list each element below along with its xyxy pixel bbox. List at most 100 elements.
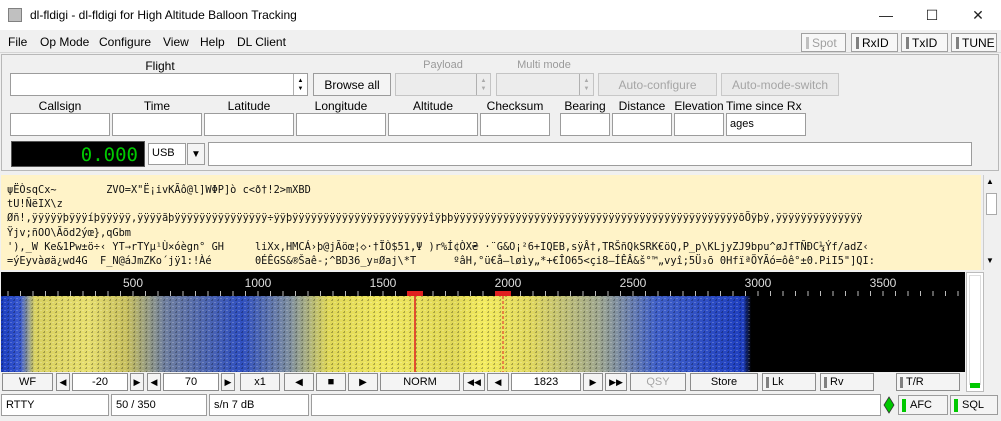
waterfall-display[interactable] xyxy=(1,296,965,372)
sql-toggle[interactable]: SQL xyxy=(950,395,998,415)
txid-toggle[interactable]: TxID xyxy=(901,33,948,52)
wf-right-icon[interactable]: ▶ xyxy=(348,373,378,391)
freq-inc-icon[interactable]: ▶ xyxy=(583,373,603,391)
wf-stop-button[interactable]: ■ xyxy=(316,373,346,391)
lock-label: Lk xyxy=(772,376,784,388)
tune-toggle[interactable]: TUNE xyxy=(951,33,997,52)
bearing-label: Bearing xyxy=(564,99,606,113)
wf-button[interactable]: WF xyxy=(2,373,53,391)
distance-label: Distance xyxy=(618,99,666,113)
afc-led xyxy=(902,398,906,412)
maximize-button[interactable]: ☐ xyxy=(909,0,955,30)
elevation-label: Elevation xyxy=(674,99,724,113)
status-mode[interactable]: RTTY xyxy=(1,394,109,416)
tr-toggle[interactable]: T/R xyxy=(896,373,960,391)
waterfall-level-bar[interactable] xyxy=(966,272,984,392)
scale-label: 2000 xyxy=(495,276,522,290)
longitude-label: Longitude xyxy=(314,99,368,113)
menu-help[interactable]: Help xyxy=(200,35,225,49)
level-track xyxy=(969,275,981,385)
flight-label: Flight xyxy=(145,59,175,73)
afc-toggle[interactable]: AFC xyxy=(898,395,948,415)
checksum-field[interactable] xyxy=(480,113,550,136)
rx-line: tU!ÑëIX\z xyxy=(7,198,63,211)
auto-configure-button[interactable]: Auto-configure xyxy=(598,73,717,96)
time-since-rx-label: Time since Rx xyxy=(726,99,802,113)
status-snr: s/n 7 dB xyxy=(209,394,309,416)
rx-line: =ýEyvàøä¿wd4G F_N@áJmZKo´jÿ1:!Àé 0ÉÊGS&®… xyxy=(7,255,875,268)
txid-led xyxy=(906,36,909,49)
elevation-field[interactable] xyxy=(674,113,724,136)
reverse-label: Rv xyxy=(830,376,844,388)
bearing-field[interactable] xyxy=(560,113,610,136)
status-counter: 50 / 350 xyxy=(111,394,207,416)
lock-led xyxy=(766,376,769,388)
mode-select[interactable]: USB xyxy=(148,143,186,165)
spot-label: Spot xyxy=(812,35,837,50)
altitude-field[interactable] xyxy=(388,113,478,136)
menu-dl-client[interactable]: DL Client xyxy=(237,35,286,49)
reverse-toggle[interactable]: Rv xyxy=(820,373,874,391)
distance-field[interactable] xyxy=(612,113,672,136)
minimize-button[interactable]: — xyxy=(863,0,909,30)
callsign-field[interactable] xyxy=(10,113,110,136)
freq-fast-inc-icon[interactable]: ▶▶ xyxy=(605,373,627,391)
store-button[interactable]: Store xyxy=(690,373,758,391)
checksum-label: Checksum xyxy=(486,99,544,113)
frequency-scale[interactable]: 500 1000 1500 2000 2500 3000 3500 xyxy=(1,272,965,296)
level1-dec-icon[interactable]: ◀ xyxy=(56,373,70,391)
window-title: dl-fldigi - dl-fldigi for High Altitude … xyxy=(30,8,297,22)
spot-led xyxy=(806,36,809,49)
rx-line: Ÿjv;ñOO\Ãõd2ýœ},qGbm xyxy=(7,226,131,239)
latitude-field[interactable] xyxy=(204,113,294,136)
spot-toggle[interactable]: Spot xyxy=(801,33,846,52)
auto-mode-switch-button[interactable]: Auto-mode-switch xyxy=(721,73,839,96)
scale-label: 500 xyxy=(123,276,143,290)
level2-inc-icon[interactable]: ▶ xyxy=(221,373,235,391)
flight-select[interactable]: ▲ ▼ xyxy=(10,73,308,96)
multimode-select[interactable]: ▲ ▼ xyxy=(496,73,594,96)
menu-file[interactable]: File xyxy=(8,35,27,49)
rig-info-field[interactable] xyxy=(208,142,972,166)
time-field[interactable] xyxy=(112,113,202,136)
payload-select[interactable]: ▲ ▼ xyxy=(395,73,491,96)
qsy-button[interactable]: QSY xyxy=(630,373,686,391)
wf-left-icon[interactable]: ◀ xyxy=(284,373,314,391)
flight-spin-icon: ▲ ▼ xyxy=(293,74,307,95)
rx-scrollbar[interactable]: ▲ ▼ xyxy=(983,175,999,270)
rx-scroll-thumb[interactable] xyxy=(986,193,997,215)
tr-label: T/R xyxy=(906,376,924,388)
time-since-rx-field[interactable]: ages xyxy=(726,113,806,136)
multimode-label: Multi mode xyxy=(517,59,571,71)
mode-dropdown-icon[interactable]: ▼ xyxy=(187,143,205,165)
frequency-display[interactable]: 0.000 xyxy=(11,141,145,167)
level-indicator xyxy=(970,383,980,388)
longitude-field[interactable] xyxy=(296,113,386,136)
zoom-button[interactable]: x1 xyxy=(240,373,280,391)
scroll-up-icon[interactable]: ▲ xyxy=(986,177,994,186)
freq-dec-icon[interactable]: ◀ xyxy=(487,373,509,391)
reverse-led xyxy=(824,376,827,388)
afc-label: AFC xyxy=(910,399,932,411)
rxid-toggle[interactable]: RxID xyxy=(851,33,898,52)
close-button[interactable]: ✕ xyxy=(955,0,1001,30)
level1-inc-icon[interactable]: ▶ xyxy=(130,373,144,391)
scroll-down-icon[interactable]: ▼ xyxy=(986,256,994,265)
menu-op-mode[interactable]: Op Mode xyxy=(40,35,89,49)
level2-value[interactable]: 70 xyxy=(163,373,219,391)
freq-fast-dec-icon[interactable]: ◀◀ xyxy=(463,373,485,391)
waterfall-noise xyxy=(1,296,965,372)
level1-value[interactable]: -20 xyxy=(72,373,128,391)
menu-configure[interactable]: Configure xyxy=(99,35,151,49)
callsign-label: Callsign xyxy=(38,99,82,113)
menu-view[interactable]: View xyxy=(163,35,189,49)
level2-dec-icon[interactable]: ◀ xyxy=(147,373,161,391)
wf-mode-button[interactable]: NORM xyxy=(380,373,460,391)
tune-label: TUNE xyxy=(962,35,995,50)
browse-all-button[interactable]: Browse all xyxy=(313,73,391,96)
rx-text-panel[interactable]: ψËÒsqCx~ ZVO=X"Ë¡ivKÃô@l]WΦP]ò c<ð†!2>mX… xyxy=(1,175,981,270)
lock-toggle[interactable]: Lk xyxy=(762,373,816,391)
altitude-label: Altitude xyxy=(412,99,454,113)
audio-freq-value[interactable]: 1823 xyxy=(511,373,581,391)
tune-led xyxy=(956,36,959,49)
